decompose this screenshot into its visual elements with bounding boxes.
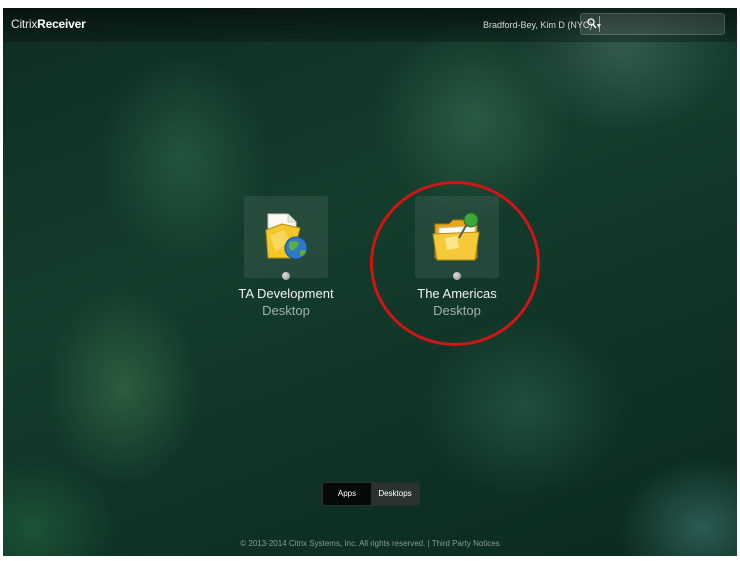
receiver-screen: CitrixReceiver Bradford-Bey, Kim D (NYC)… [3, 8, 737, 556]
status-dot [282, 272, 290, 280]
citrix-receiver-logo: CitrixReceiver [11, 17, 86, 31]
tile-name: TA Development [238, 286, 334, 301]
search-input[interactable] [599, 16, 723, 32]
third-party-notices-link[interactable]: Third Party Notices [432, 539, 500, 548]
top-bar: CitrixReceiver Bradford-Bey, Kim D (NYC)… [3, 8, 737, 42]
tile-type: Desktop [262, 303, 310, 318]
logo-receiver-text: Receiver [37, 17, 86, 31]
user-name: Bradford-Bey, Kim D (NYC) [483, 20, 593, 30]
view-toggle[interactable]: Apps Desktops [322, 482, 420, 506]
footer-separator: | [427, 539, 430, 548]
copyright-text: © 2013-2014 Citrix Systems, Inc. All rig… [240, 539, 426, 548]
desktop-folder-globe-icon [265, 213, 308, 260]
logo-citrix-text: Citrix [11, 17, 38, 31]
search-icon [587, 18, 597, 29]
desktop-tile-ta-development[interactable]: TA Development Desktop [216, 196, 356, 318]
footer: © 2013-2014 Citrix Systems, Inc. All rig… [3, 539, 737, 548]
tile-icon-box [244, 196, 328, 280]
search-box[interactable] [580, 13, 725, 35]
red-highlight-circle [370, 181, 540, 346]
tab-apps[interactable]: Apps [323, 483, 371, 505]
tab-desktops[interactable]: Desktops [371, 483, 419, 505]
